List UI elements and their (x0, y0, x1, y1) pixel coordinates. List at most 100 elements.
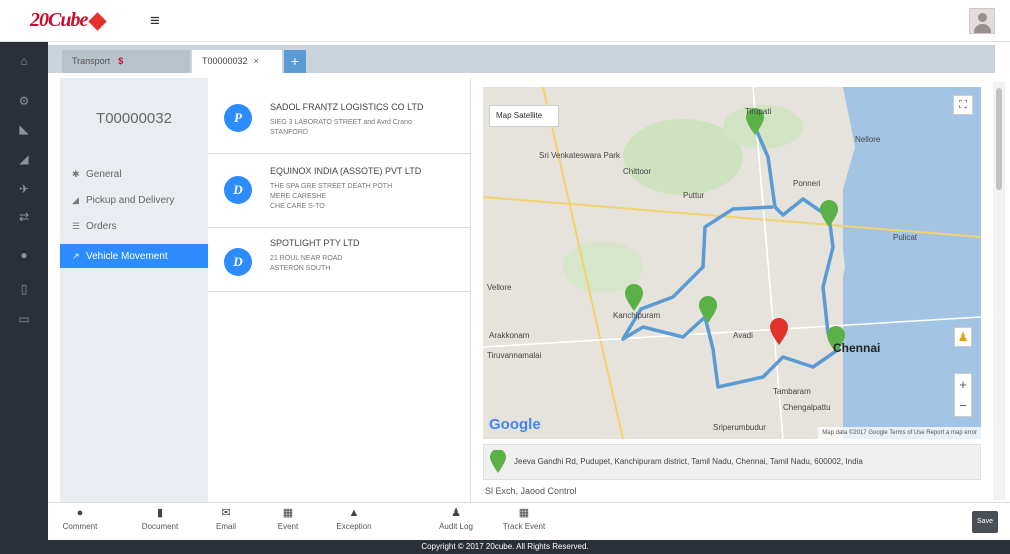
stop-address-line: SIEG 3 LABORATO STREET and Avrd Crano (270, 119, 412, 126)
current-address: Jeeva Gandhi Rd, Pudupet, Kanchipuram di… (514, 457, 863, 466)
stop-address-line: STANFORD (270, 129, 308, 136)
map-place-label: Avadi (733, 331, 753, 340)
rail-monitor-icon[interactable]: ▭ (0, 312, 48, 326)
current-position-pin[interactable] (770, 318, 788, 345)
map-place-label: Ponneri (793, 179, 821, 188)
audit-log-button[interactable]: ♟ Audit Log (426, 505, 486, 533)
event-button[interactable]: ▦ Event (258, 505, 318, 533)
map-place-label: Vellore (487, 283, 512, 292)
save-button[interactable]: Save (972, 511, 998, 533)
rail-document-icon[interactable]: ▯ (0, 282, 48, 296)
rail-home-icon[interactable]: ⌂ (0, 54, 48, 68)
delivery-badge: D (224, 176, 252, 204)
exception-label: Exception (336, 522, 372, 531)
nav-item-label: General (86, 169, 122, 180)
comment-button[interactable]: ● Comment (50, 505, 110, 533)
street-view-icon[interactable]: ♟ (954, 327, 972, 347)
delivery-badge: D (224, 248, 252, 276)
zoom-control: + − (954, 373, 972, 417)
tab-shipment-label: T00000032 (202, 56, 248, 66)
map-place-label: Pulicat (893, 233, 918, 242)
map-canvas (483, 87, 981, 439)
scrollbar-thumb[interactable] (996, 88, 1002, 190)
nav-item-label: Pickup and Delivery (86, 195, 175, 206)
stop-list: P SADOL FRANTZ LOGISTICS CO LTD SIEG 3 L… (208, 78, 470, 502)
audit-log-icon: ♟ (451, 507, 461, 519)
stop-name: EQUINOX INDIA (ASSOTE) PVT LTD (270, 166, 422, 176)
nav-item-vehicle-movement[interactable]: ↗ Vehicle Movement (60, 244, 208, 268)
audit-log-label: Audit Log (439, 522, 473, 531)
document-button[interactable]: ▮ Document (130, 505, 190, 533)
map-place-label: Chittoor (623, 167, 652, 176)
logo: 20Cube (30, 9, 108, 32)
map-place-label: Puttur (683, 191, 705, 200)
email-button[interactable]: ✉ Email (196, 505, 256, 533)
email-label: Email (215, 522, 236, 531)
document-label: Document (141, 522, 179, 531)
track-event-button[interactable]: ▦ Track Event (494, 505, 554, 533)
rail-transport-icon[interactable]: ⇄ (0, 210, 48, 224)
stop-pickup[interactable]: P SADOL FRANTZ LOGISTICS CO LTD SIEG 3 L… (208, 78, 470, 154)
user-avatar[interactable] (969, 8, 995, 34)
app-header: 20Cube ≡ (0, 0, 1010, 42)
shipment-nav: T00000032 ✱ General ◢ Pickup and Delivery … (60, 78, 208, 502)
nav-item-orders[interactable]: ☰ Orders (60, 214, 208, 238)
rail-ship-icon[interactable]: ◢ (0, 152, 48, 166)
map-panel: Tirupati Sri Venkateswara Park Chittoor … (470, 78, 994, 502)
route-map[interactable]: Tirupati Sri Venkateswara Park Chittoor … (483, 87, 981, 439)
comment-label: Comment (62, 522, 98, 531)
zoom-out-button[interactable]: − (955, 395, 971, 416)
logo-mark-icon (88, 12, 108, 31)
fullscreen-icon[interactable]: ⛶ (953, 95, 973, 115)
rail-settings-icon[interactable]: ⚙ (0, 94, 48, 108)
google-logo: Google (489, 416, 541, 433)
comment-icon: ● (76, 507, 84, 519)
track-event-label: Track Event (502, 522, 546, 531)
tab-shipment[interactable]: T00000032 × (192, 50, 282, 73)
chart-icon: ↗ (72, 251, 80, 261)
exception-button[interactable]: ▲ Exception (324, 505, 384, 533)
map-pin[interactable] (625, 284, 643, 311)
stop-name: SPOTLIGHT PTY LTD (270, 238, 360, 248)
nav-item-pickup-delivery[interactable]: ◢ Pickup and Delivery (60, 188, 208, 212)
zoom-in-button[interactable]: + (955, 374, 971, 395)
close-icon[interactable]: × (254, 56, 259, 66)
stop-delivery[interactable]: D EQUINOX INDIA (ASSOTE) PVT LTD THE SPA… (208, 154, 470, 228)
truck-icon: ◢ (72, 195, 79, 205)
rail-plane-icon[interactable]: ✈ (0, 182, 48, 196)
location-pin-icon (490, 450, 506, 473)
tab-bar: Transport $ T00000032 × + (48, 45, 995, 73)
nav-item-label: Vehicle Movement (86, 251, 168, 262)
dollar-icon: $ (118, 56, 124, 66)
add-tab-button[interactable]: + (284, 50, 306, 73)
nav-item-label: Orders (86, 221, 117, 232)
list-icon: ☰ (72, 221, 81, 231)
rail-location-icon[interactable]: ● (0, 248, 48, 262)
map-pin[interactable] (820, 200, 838, 227)
document-icon: ▮ (156, 507, 164, 519)
stop-address-line: ASTERON SOUTH (270, 265, 331, 272)
scrollbar[interactable] (993, 82, 1005, 500)
map-type-control[interactable]: Map Satellite (489, 105, 559, 127)
event-label: Event (277, 522, 299, 531)
track-event-icon: ▦ (518, 507, 530, 519)
map-place-label: Tiruvannamalai (487, 351, 542, 360)
rail-truck-icon[interactable]: ◣ (0, 122, 48, 136)
tab-transport-label: Transport (72, 56, 111, 66)
hamburger-icon[interactable]: ≡ (150, 11, 160, 31)
user-icon-body (974, 24, 991, 33)
copyright-footer: Copyright © 2017 20cube. All Rights Rese… (0, 540, 1010, 554)
map-place-label: Sriperumbudur (713, 423, 766, 432)
stop-delivery[interactable]: D SPOTLIGHT PTY LTD 21 ROUL NEAR ROAD AS… (208, 228, 470, 292)
action-bar: ● Comment ▮ Document ✉ Email ▦ Event ▲ Except… (48, 502, 1010, 540)
nav-item-general[interactable]: ✱ General (60, 162, 208, 186)
stop-address-line: MERE CARESHE (270, 193, 327, 200)
map-terms[interactable]: Map data ©2017 Google Terms of Use Repor… (818, 427, 981, 439)
map-place-label: Nellore (855, 135, 881, 144)
side-rail: ⌂ ⚙ ◣ ◢ ✈ ⇄ ● ▯ ▭ (0, 42, 48, 540)
tab-transport[interactable]: Transport $ (62, 50, 190, 73)
email-icon: ✉ (221, 507, 231, 519)
stop-address-line: CHE CARE S-TO (270, 203, 325, 210)
map-place-label: Arakkonam (489, 331, 530, 340)
exception-icon: ▲ (348, 507, 360, 519)
